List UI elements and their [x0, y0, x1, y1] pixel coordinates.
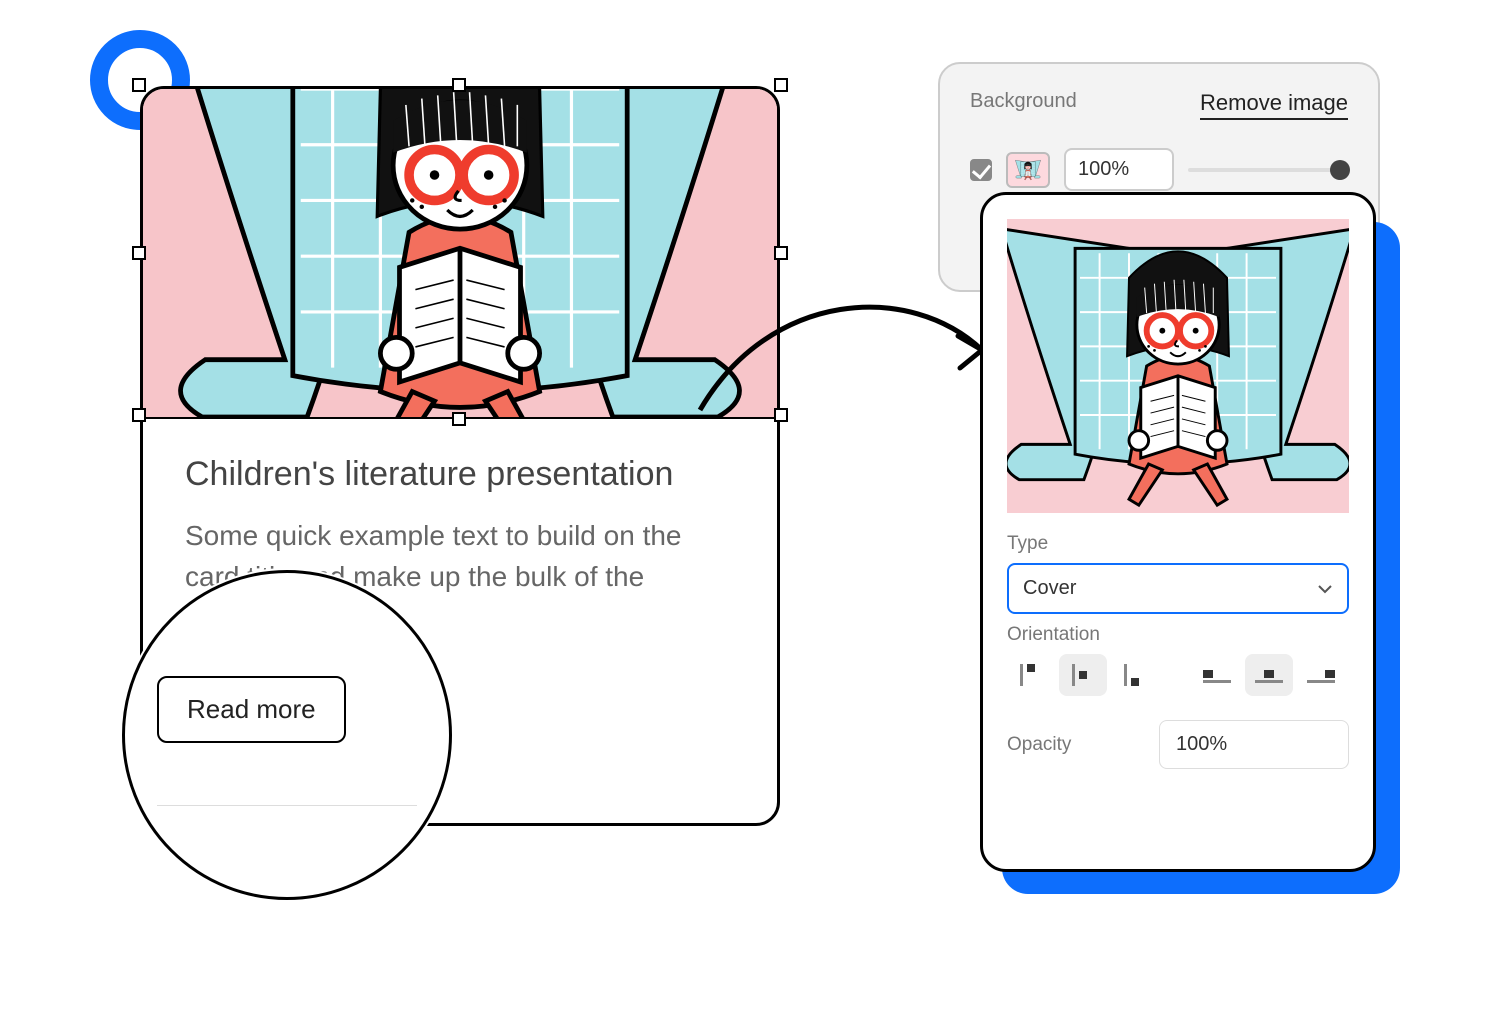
orientation-h-center[interactable] [1245, 654, 1293, 696]
read-more-button[interactable]: Read more [157, 676, 346, 743]
flow-arrow-icon [690, 280, 1000, 440]
orientation-v-bottom[interactable] [1111, 654, 1159, 696]
magnifier-lens: Read more [122, 570, 452, 900]
type-label: Type [1007, 533, 1349, 555]
divider [157, 805, 417, 806]
card-image[interactable] [143, 89, 777, 419]
background-thumbnail[interactable] [1006, 152, 1050, 188]
card-title: Children's literature presentation [185, 455, 735, 494]
type-select-value: Cover [1023, 577, 1076, 600]
orientation-v-center[interactable] [1059, 654, 1107, 696]
background-opacity-input[interactable]: 100% [1064, 148, 1174, 191]
orientation-v-top[interactable] [1007, 654, 1055, 696]
type-select[interactable]: Cover [1007, 563, 1349, 614]
orientation-h-left[interactable] [1193, 654, 1241, 696]
remove-image-link[interactable]: Remove image [1200, 90, 1348, 120]
orientation-h-right[interactable] [1297, 654, 1345, 696]
image-preview [1007, 219, 1349, 513]
opacity-label: Opacity [1007, 734, 1071, 756]
chevron-down-icon [1317, 581, 1333, 597]
opacity-input[interactable]: 100% [1159, 720, 1349, 769]
background-enable-checkbox[interactable] [970, 159, 992, 181]
background-title: Background [970, 90, 1077, 113]
slider-knob[interactable] [1330, 160, 1350, 180]
resize-handle-tr[interactable] [774, 78, 788, 92]
orientation-label: Orientation [1007, 624, 1349, 646]
image-options-panel: Type Cover Orientation Opacity 100% [980, 192, 1376, 872]
background-opacity-slider[interactable] [1188, 168, 1348, 172]
